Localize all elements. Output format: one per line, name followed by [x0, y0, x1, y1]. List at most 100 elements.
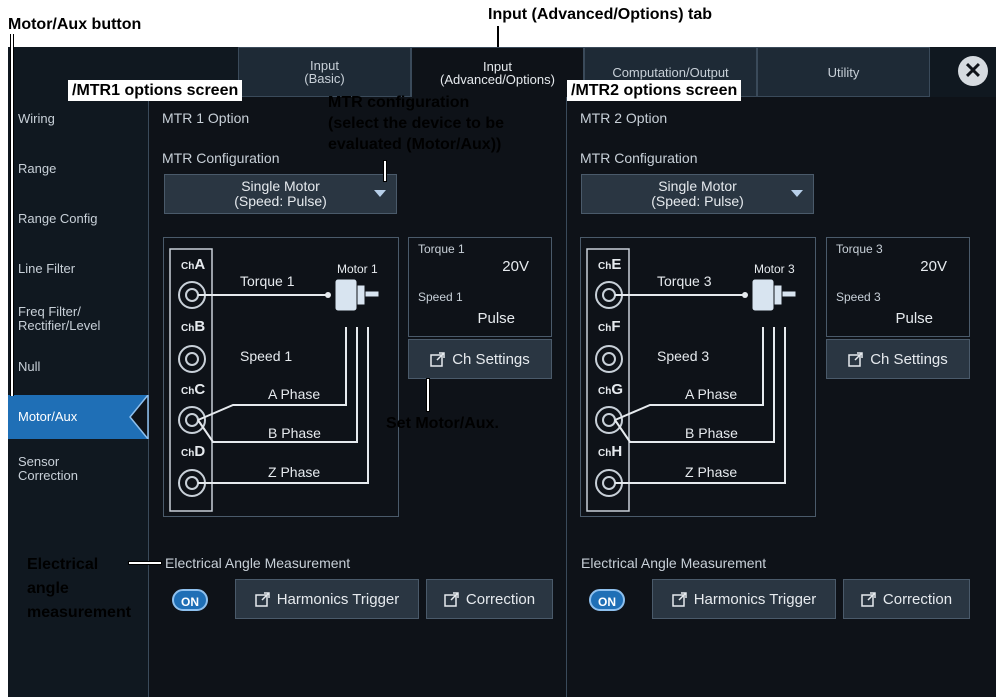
panel2-ch-h-label: ChH — [598, 443, 622, 460]
callout-leader-elec — [128, 561, 162, 565]
panel2-motor-label: Motor 3 — [754, 262, 795, 276]
sidebar-item-range[interactable]: Range — [8, 162, 148, 176]
callout-mtr-config: MTR configuration (select the device to … — [328, 92, 504, 155]
sidebar-item-label: Wiring — [18, 111, 55, 126]
info-speed-label: Speed 1 — [418, 290, 463, 304]
ch-letter: C — [194, 381, 206, 398]
panel2-ch-e-label: ChE — [598, 256, 621, 273]
info-torque-value: 20V — [920, 258, 947, 275]
external-link-icon — [444, 592, 459, 607]
callout-motor-aux-button: Motor/Aux button — [8, 16, 142, 33]
external-link-icon — [254, 592, 270, 607]
sidebar-item-label: Null — [18, 359, 41, 374]
panel2-info-box: Torque 3 20V Speed 3 Pulse — [826, 237, 970, 337]
button-label: Harmonics Trigger — [693, 590, 817, 608]
ch-letter: E — [611, 256, 622, 273]
panel1-mtr-config-select[interactable]: Single Motor (Speed: Pulse) — [164, 174, 397, 214]
tab-label: Computation/Output — [612, 64, 729, 80]
ch-letter: G — [611, 381, 624, 398]
sidebar-item-label: Sensor — [18, 454, 60, 469]
info-speed-value: Pulse — [477, 310, 515, 327]
sidebar-active-pointer — [129, 395, 149, 439]
panel2-ch-g-label: ChG — [598, 381, 623, 398]
panel2-ch-f-label: ChF — [598, 318, 621, 335]
panel-divider — [566, 97, 567, 697]
sidebar-item-label: Motor/Aux — [18, 409, 78, 424]
callout-line: Electrical — [27, 556, 99, 573]
external-link-icon — [430, 352, 445, 367]
callout-input-adv-tab: Input (Advanced/Options) tab — [488, 6, 712, 23]
sidebar-item-label: Range — [18, 161, 57, 176]
callout-electrical-angle: Electrical angle measurement — [27, 554, 131, 623]
ch-letter: B — [194, 318, 206, 335]
info-torque-label: Torque 3 — [836, 242, 883, 256]
panel1-elec-angle-toggle[interactable]: ON — [172, 589, 208, 611]
tab-label: (Advanced/Options) — [440, 71, 555, 87]
ch-letter: H — [611, 443, 623, 460]
close-icon[interactable]: ✕ — [958, 56, 988, 86]
tab-label: Input — [483, 58, 512, 74]
callout-leader-config — [383, 160, 387, 182]
panel1-config-label: MTR Configuration — [162, 150, 280, 166]
select-value: (Speed: Pulse) — [234, 193, 327, 209]
panel2-phase-b-label: B Phase — [685, 425, 738, 441]
panel1-phase-a-label: A Phase — [268, 386, 321, 402]
panel2-correction-button[interactable]: Correction — [843, 579, 970, 619]
panel2-config-label: MTR Configuration — [580, 150, 698, 166]
tab-input-advanced-options[interactable]: Input (Advanced/Options) — [411, 47, 584, 97]
button-label: Ch Settings — [452, 350, 530, 368]
callout-line: MTR configuration — [328, 94, 470, 111]
ch-prefix: Ch — [598, 323, 612, 334]
panel1-torque-wire-label: Torque 1 — [240, 273, 295, 289]
panel1-title: MTR 1 Option — [162, 110, 250, 126]
panel2-speed-wire-label: Speed 3 — [657, 348, 710, 364]
ch-prefix: Ch — [598, 386, 612, 397]
panel1-ch-a-label: ChA — [181, 256, 205, 273]
button-label: Harmonics Trigger — [276, 590, 400, 608]
ch-prefix: Ch — [181, 323, 195, 334]
panel2-title: MTR 2 Option — [580, 110, 668, 126]
callout-mtr1-screen: /MTR1 options screen — [68, 80, 243, 101]
panel1-harmonics-trigger-button[interactable]: Harmonics Trigger — [235, 579, 419, 619]
ch-letter: D — [194, 443, 206, 460]
tab-label: Utility — [827, 64, 860, 80]
ch-letter: F — [611, 318, 621, 335]
panel1-correction-button[interactable]: Correction — [426, 579, 553, 619]
panel2-ch-settings-button[interactable]: Ch Settings — [826, 339, 970, 379]
panel2-elec-angle-toggle[interactable]: ON — [589, 589, 625, 611]
tab-input-basic[interactable]: Input (Basic) — [238, 47, 411, 97]
sidebar-item-freq-filter[interactable]: Freq Filter/ Rectifier/Level — [8, 305, 148, 333]
panel1-info-box: Torque 1 20V Speed 1 Pulse — [408, 237, 552, 337]
info-speed-label: Speed 3 — [836, 290, 881, 304]
select-value: Single Motor — [241, 178, 320, 194]
sidebar-item-wiring[interactable]: Wiring — [8, 112, 148, 126]
select-value: Single Motor — [658, 178, 737, 194]
panel1-ch-c-label: ChC — [181, 381, 205, 398]
panel2-phase-z-label: Z Phase — [685, 464, 738, 480]
ch-prefix: Ch — [598, 448, 612, 459]
panel1-ch-settings-button[interactable]: Ch Settings — [408, 339, 552, 379]
panel1-speed-wire-label: Speed 1 — [240, 348, 293, 364]
sidebar-item-range-config[interactable]: Range Config — [8, 212, 148, 226]
panel1-ch-b-label: ChB — [181, 318, 205, 335]
callout-leader-motor-aux — [10, 34, 14, 396]
callout-line: (select the device to be — [328, 115, 505, 132]
ch-prefix: Ch — [181, 448, 195, 459]
sidebar-item-line-filter[interactable]: Line Filter — [8, 262, 148, 276]
sidebar-item-null[interactable]: Null — [8, 360, 148, 374]
callout-line: evaluated (Motor/Aux)) — [328, 136, 502, 153]
ch-prefix: Ch — [598, 261, 612, 272]
panel2-mtr-config-select[interactable]: Single Motor (Speed: Pulse) — [581, 174, 814, 214]
select-value: (Speed: Pulse) — [651, 193, 744, 209]
panel2-harmonics-trigger-button[interactable]: Harmonics Trigger — [652, 579, 836, 619]
tab-label: (Basic) — [304, 71, 345, 86]
callout-leader-set — [426, 378, 430, 412]
info-torque-value: 20V — [502, 258, 529, 275]
panel1-elec-angle-label: Electrical Angle Measurement — [165, 555, 351, 571]
button-label: Ch Settings — [870, 350, 948, 368]
panel1-ch-d-label: ChD — [181, 443, 205, 460]
sidebar-item-sensor-correction[interactable]: Sensor Correction — [8, 455, 148, 483]
tab-utility[interactable]: Utility — [757, 47, 930, 97]
callout-mtr2-screen: /MTR2 options screen — [567, 80, 742, 101]
panel2-phase-a-label: A Phase — [685, 386, 738, 402]
